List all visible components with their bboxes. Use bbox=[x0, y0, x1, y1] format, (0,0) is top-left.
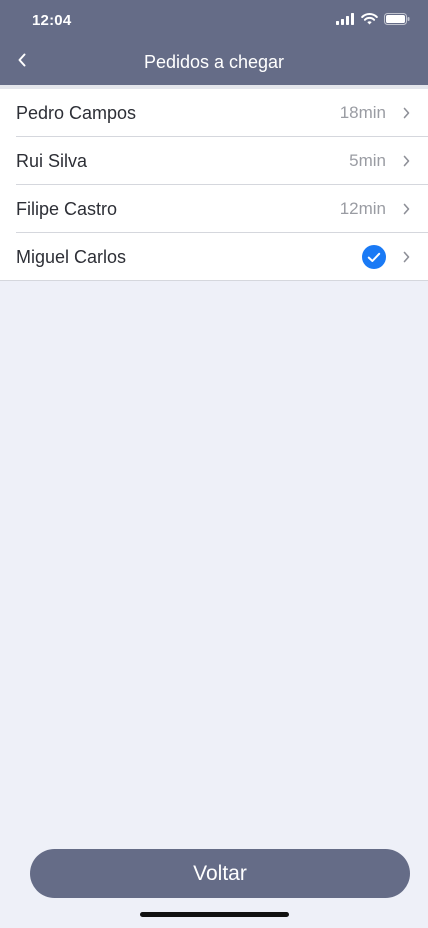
back-bottom-button[interactable]: Voltar bbox=[30, 849, 410, 898]
status-time: 12:04 bbox=[32, 12, 72, 29]
chevron-right-icon bbox=[400, 155, 412, 167]
list-item-rui-silva[interactable]: Rui Silva 5min bbox=[0, 137, 428, 185]
home-indicator bbox=[140, 912, 289, 917]
list-item-pedro-campos[interactable]: Pedro Campos 18min bbox=[0, 89, 428, 137]
status-icons bbox=[336, 13, 410, 25]
list-item-miguel-carlos[interactable]: Miguel Carlos bbox=[0, 233, 428, 281]
order-eta: 18min bbox=[339, 103, 386, 122]
battery-icon bbox=[384, 13, 410, 25]
signal-icon bbox=[336, 13, 355, 25]
chevron-right-icon bbox=[400, 107, 412, 119]
header: 12:04 Pedidos a chegar bbox=[0, 0, 428, 85]
list-item-filipe-castro[interactable]: Filipe Castro 12min bbox=[0, 185, 428, 233]
chevron-right-icon bbox=[400, 251, 412, 263]
nav-bar: Pedidos a chegar bbox=[0, 44, 428, 85]
page-title: Pedidos a chegar bbox=[143, 52, 285, 72]
order-name: Filipe Castro bbox=[16, 198, 118, 219]
order-name: Pedro Campos bbox=[16, 102, 137, 123]
screen: 12:04 Pedidos a chegar Pedro Campos 18mi… bbox=[0, 0, 428, 928]
wifi-icon bbox=[361, 13, 378, 25]
order-name: Rui Silva bbox=[16, 150, 88, 171]
chevron-right-icon bbox=[400, 203, 412, 215]
orders-list: Pedro Campos 18min Rui Silva 5min Filipe… bbox=[0, 89, 428, 281]
order-eta: 12min bbox=[339, 199, 386, 218]
order-name: Miguel Carlos bbox=[16, 246, 127, 267]
status-bar: 12:04 bbox=[0, 0, 428, 44]
check-circle-icon bbox=[362, 245, 386, 269]
order-eta: 5min bbox=[349, 151, 386, 170]
